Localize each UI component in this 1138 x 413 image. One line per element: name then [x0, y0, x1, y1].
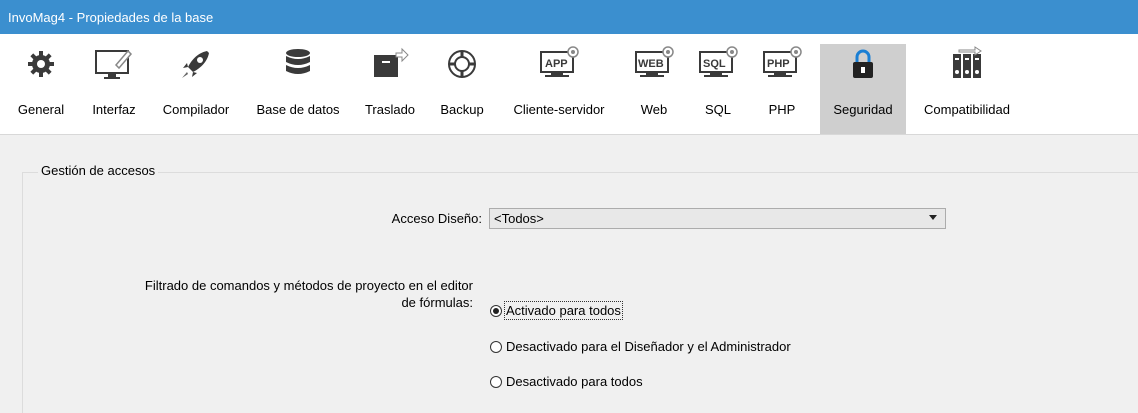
toolbar: General Interfaz Compilador Base de dato…	[0, 34, 1138, 135]
tab-cliente-servidor[interactable]: APP Cliente-servidor	[500, 44, 618, 128]
tab-backup[interactable]: Backup	[434, 44, 490, 128]
filter-label-line2: de fórmulas:	[401, 295, 473, 310]
tab-php-label: PHP	[768, 102, 796, 117]
settings-panel: Gestión de accesos Acceso Diseño: <Todos…	[0, 135, 1138, 413]
tab-compilador[interactable]: Compilador	[155, 44, 237, 128]
tab-web[interactable]: WEB Web	[632, 44, 676, 128]
tab-interfaz-label: Interfaz	[92, 102, 136, 117]
design-access-select[interactable]: <Todos>	[489, 208, 946, 229]
chevron-down-icon	[929, 215, 937, 220]
design-access-value: <Todos>	[494, 211, 544, 226]
monitor-pencil-icon	[92, 44, 136, 84]
tab-interfaz[interactable]: Interfaz	[86, 44, 142, 128]
tab-php[interactable]: PHP PHP	[760, 44, 804, 128]
tab-general[interactable]: General	[14, 44, 68, 128]
tab-traslado-label: Traslado	[364, 102, 416, 117]
lock-icon	[841, 44, 885, 84]
radio-desactivado-todos-label: Desactivado para todos	[506, 374, 643, 389]
app-server-icon: APP	[537, 44, 581, 84]
database-icon	[276, 44, 320, 84]
compatibility-icon	[945, 44, 989, 84]
php-server-icon: PHP	[760, 44, 804, 84]
radio-desactivado-disenador-label: Desactivado para el Diseñador y el Admin…	[506, 339, 791, 354]
design-access-label: Acceso Diseño:	[391, 211, 482, 226]
group-title: Gestión de accesos	[38, 163, 159, 178]
sql-badge-text: SQL	[703, 58, 726, 70]
tab-traslado[interactable]: Traslado	[361, 44, 419, 128]
title-bar: InvoMag4 - Propiedades de la base	[0, 0, 1138, 34]
gear-icon	[19, 44, 63, 84]
tab-seguridad-label: Seguridad	[833, 102, 893, 117]
php-badge-text: PHP	[767, 58, 790, 70]
tab-cliente-servidor-label: Cliente-servidor	[513, 102, 605, 117]
radio-activado-todos[interactable]: Activado para todos	[490, 301, 623, 320]
tab-web-label: Web	[640, 102, 668, 117]
box-arrow-icon	[368, 44, 412, 84]
tab-sql[interactable]: SQL SQL	[696, 44, 740, 128]
rocket-icon	[174, 44, 218, 84]
web-badge-text: WEB	[638, 58, 664, 70]
tab-seguridad[interactable]: Seguridad	[820, 44, 906, 134]
radio-activado-todos-label: Activado para todos	[504, 301, 623, 320]
tab-sql-label: SQL	[704, 102, 731, 117]
app-badge-text: APP	[545, 58, 568, 70]
radio-indicator	[490, 375, 502, 388]
tab-compatibilidad-label: Compatibilidad	[924, 102, 1010, 117]
filter-label-line1: Filtrado de comandos y métodos de proyec…	[144, 278, 473, 293]
tab-general-label: General	[17, 102, 65, 117]
lifebuoy-icon	[440, 44, 484, 84]
tab-compilador-label: Compilador	[162, 102, 230, 117]
radio-indicator	[490, 340, 502, 353]
tab-base-de-datos-label: Base de datos	[256, 102, 340, 117]
web-server-icon: WEB	[632, 44, 676, 84]
window-title: InvoMag4 - Propiedades de la base	[8, 9, 214, 25]
radio-selected-indicator	[490, 304, 502, 317]
tab-backup-label: Backup	[440, 102, 484, 117]
tab-base-de-datos[interactable]: Base de datos	[250, 44, 346, 128]
radio-desactivado-todos[interactable]: Desactivado para todos	[490, 374, 643, 389]
radio-desactivado-disenador[interactable]: Desactivado para el Diseñador y el Admin…	[490, 339, 791, 354]
sql-server-icon: SQL	[696, 44, 740, 84]
tab-compatibilidad[interactable]: Compatibilidad	[912, 44, 1022, 128]
